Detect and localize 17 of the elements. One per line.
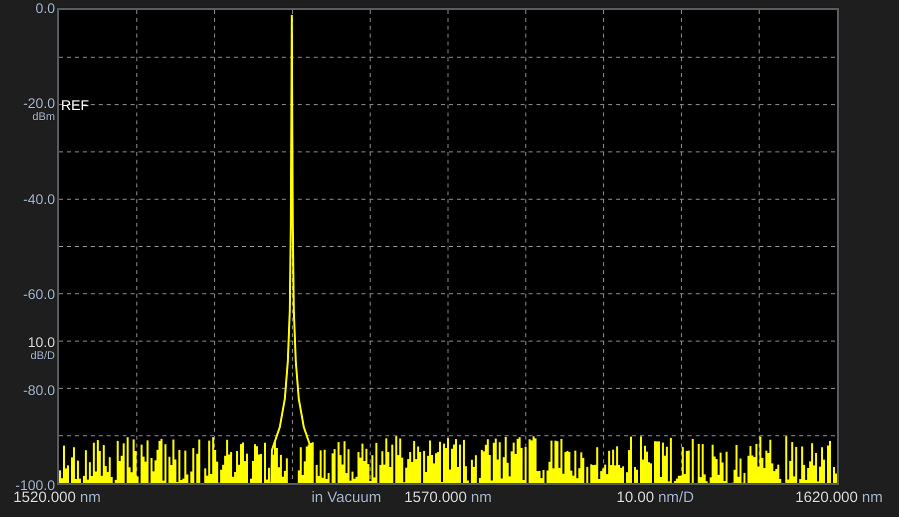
stop-wavelength-unit: nm: [862, 488, 883, 508]
start-wavelength-unit: nm: [80, 488, 101, 508]
y-tick-label: 0.0: [36, 0, 55, 16]
y-tick-label: -20.0: [23, 95, 55, 112]
reference-unit: dBm: [32, 111, 55, 124]
y-tick-label: -80.0: [23, 382, 55, 398]
y-tick-label: -40.0: [23, 190, 55, 207]
medium-label: in Vacuum: [311, 488, 382, 508]
scale-value: 10.0: [28, 334, 55, 350]
center-wavelength-value: 1570.000: [404, 488, 467, 508]
scale-unit: dB/D: [30, 350, 55, 363]
span-per-division-unit: nm/D: [658, 488, 694, 508]
stop-wavelength-value: 1620.000: [795, 488, 858, 508]
center-wavelength-unit: nm: [470, 488, 492, 508]
span-per-division-value: 10.00: [616, 488, 654, 508]
reference-marker: REF: [61, 96, 89, 113]
y-tick-label: -60.0: [23, 286, 55, 302]
